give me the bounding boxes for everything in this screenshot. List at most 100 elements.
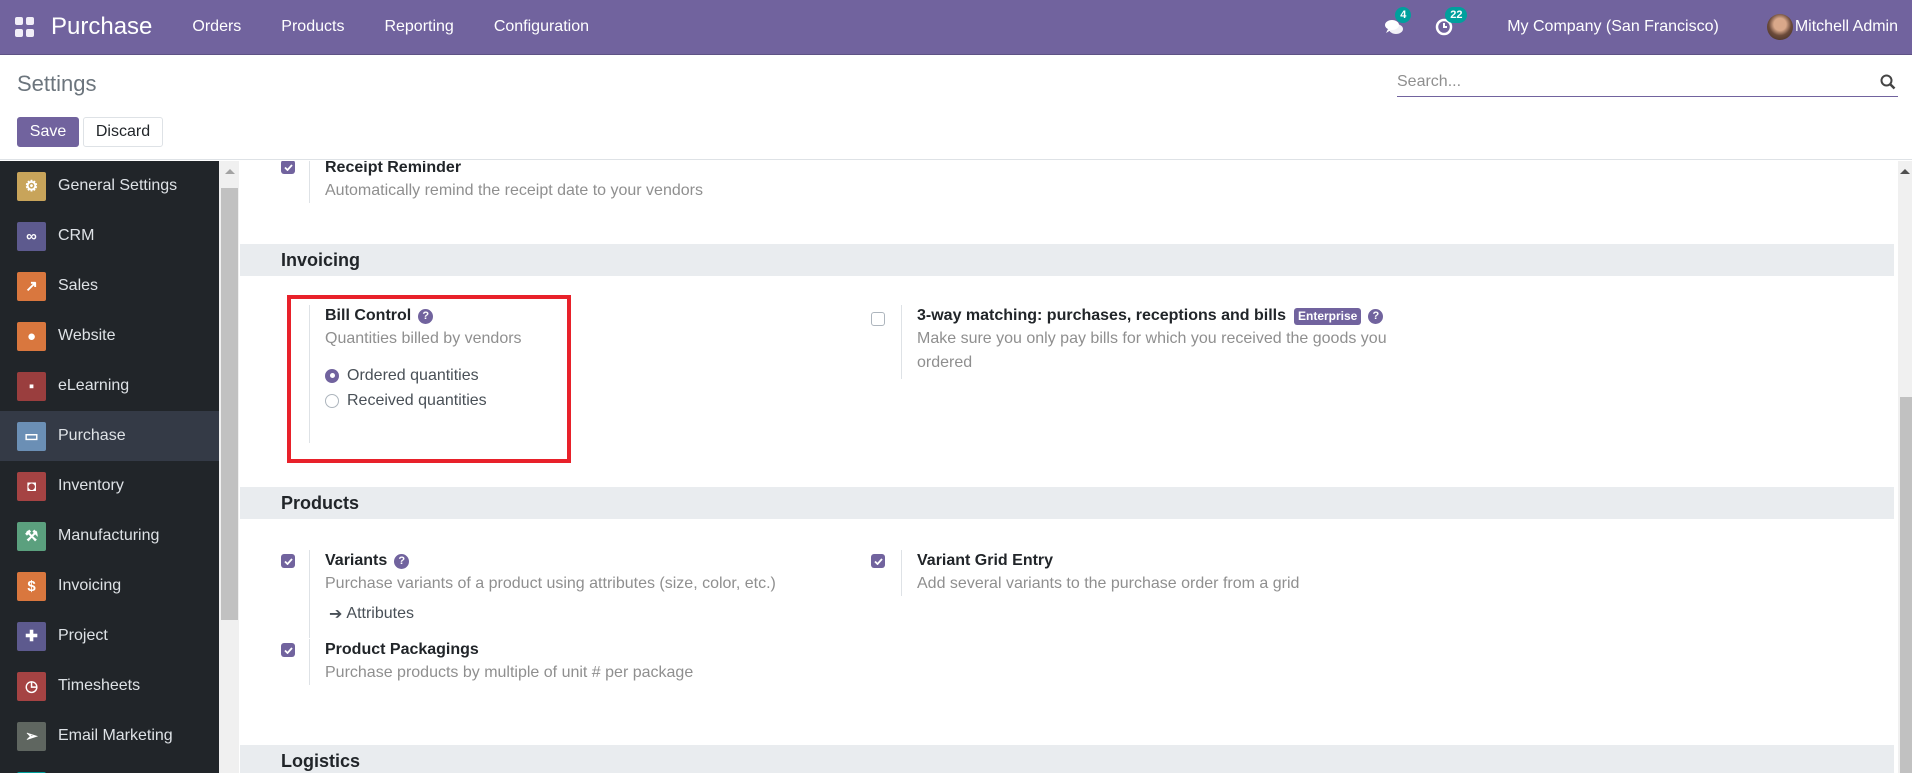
- sidebar-item-label: Timesheets: [58, 677, 141, 694]
- puzzle-icon: ✚: [17, 621, 46, 651]
- variants-desc: Purchase variants of a product using att…: [325, 575, 776, 592]
- messages-count-badge: 4: [1395, 7, 1412, 23]
- sidebar-item-crm[interactable]: ∞ CRM: [0, 211, 219, 261]
- receipt-reminder-desc: Automatically remind the receipt date to…: [325, 182, 703, 199]
- receipt-reminder-title: Receipt Reminder: [325, 161, 462, 176]
- sidebar-item-purchase[interactable]: ▭ Purchase: [0, 411, 219, 461]
- globe-icon: ●: [17, 321, 46, 351]
- three-way-matching-desc: Make sure you only pay bills for which y…: [917, 330, 1387, 371]
- section-products: Products: [240, 487, 1894, 519]
- sidebar-item-label: Website: [58, 327, 116, 344]
- sidebar-item-label: Manufacturing: [58, 527, 160, 544]
- activities-count-badge: 22: [1445, 7, 1468, 23]
- chart-icon: ↗: [17, 271, 46, 301]
- attributes-link-label: Attributes: [346, 605, 414, 622]
- sidebar-item-label: eLearning: [58, 377, 130, 394]
- invoice-icon: $: [17, 571, 46, 601]
- check-icon: [873, 557, 883, 565]
- sidebar-item-inventory[interactable]: ◘ Inventory: [0, 461, 219, 511]
- attributes-link[interactable]: ➔ Attributes: [325, 604, 776, 624]
- variant-grid-entry-setting: Variant Grid Entry Add several variants …: [901, 550, 1299, 596]
- sidebar-scroll-thumb[interactable]: [221, 188, 238, 620]
- sidebar-item-sales[interactable]: ↗ Sales: [0, 261, 219, 311]
- sidebar-scrollbar[interactable]: [219, 161, 239, 773]
- page-title: Settings: [17, 71, 97, 96]
- settings-content: Receipt Reminder Automatically remind th…: [240, 161, 1900, 773]
- scroll-up-arrow-icon[interactable]: [225, 169, 235, 174]
- section-logistics: Logistics: [240, 745, 1894, 773]
- variants-setting: Variants? Purchase variants of a product…: [309, 550, 776, 638]
- paper-plane-icon: ➢: [17, 721, 46, 751]
- sidebar-item-label: Email Marketing: [58, 727, 173, 744]
- menu-orders[interactable]: Orders: [172, 18, 261, 36]
- top-navbar: Purchase Orders Products Reporting Confi…: [0, 0, 1912, 55]
- variant-grid-entry-checkbox[interactable]: [871, 554, 885, 568]
- sidebar-item-label: CRM: [58, 227, 95, 244]
- handshake-icon: ∞: [17, 221, 46, 251]
- content-scrollbar[interactable]: [1898, 161, 1912, 773]
- search-bar: [1397, 67, 1898, 97]
- check-icon: [283, 557, 293, 565]
- check-icon: [283, 646, 293, 654]
- presentation-icon: ▪: [17, 371, 46, 401]
- help-icon[interactable]: ?: [394, 553, 410, 569]
- settings-sidebar: ⚙ General Settings ∞ CRM ↗ Sales ● Websi…: [0, 161, 219, 773]
- app-name[interactable]: Purchase: [51, 13, 152, 41]
- search-icon[interactable]: [1880, 74, 1896, 90]
- variant-grid-entry-title: Variant Grid Entry: [917, 552, 1054, 569]
- sidebar-item-website[interactable]: ● Website: [0, 311, 219, 361]
- help-icon[interactable]: ?: [1368, 308, 1384, 324]
- credit-card-icon: ▭: [17, 421, 46, 451]
- sidebar-item-label: Invoicing: [58, 577, 122, 594]
- sidebar-item-label: Project: [58, 627, 108, 644]
- section-invoicing: Invoicing: [240, 244, 1894, 276]
- product-packagings-setting: Product Packagings Purchase products by …: [309, 639, 693, 685]
- product-packagings-checkbox[interactable]: [281, 643, 295, 657]
- menu-reporting[interactable]: Reporting: [364, 18, 473, 36]
- arrow-right-icon: ➔: [329, 606, 343, 623]
- sidebar-item-invoicing[interactable]: $ Invoicing: [0, 561, 219, 611]
- sidebar-item-label: Inventory: [58, 477, 124, 494]
- sidebar-item-manufacturing[interactable]: ⚒ Manufacturing: [0, 511, 219, 561]
- menu-configuration[interactable]: Configuration: [474, 18, 609, 36]
- sidebar-item-label: Purchase: [58, 427, 126, 444]
- product-packagings-title: Product Packagings: [325, 641, 479, 658]
- three-way-matching-setting: 3-way matching: purchases, receptions an…: [901, 305, 1401, 379]
- user-menu[interactable]: Mitchell Admin: [1795, 18, 1898, 36]
- scroll-up-arrow-icon[interactable]: [1900, 169, 1910, 174]
- activities-button[interactable]: 22: [1433, 7, 1468, 38]
- sidebar-item-general-settings[interactable]: ⚙ General Settings: [0, 161, 219, 211]
- variants-title: Variants: [325, 552, 388, 569]
- app-grid-icon[interactable]: [15, 17, 35, 37]
- gear-icon: ⚙: [17, 171, 46, 201]
- user-avatar[interactable]: [1766, 14, 1793, 40]
- wrench-icon: ⚒: [17, 521, 46, 551]
- three-way-matching-checkbox[interactable]: [871, 312, 885, 326]
- sidebar-item-elearning[interactable]: ▪ eLearning: [0, 361, 219, 411]
- sidebar-item-label: General Settings: [58, 177, 178, 194]
- receipt-reminder-setting: Receipt Reminder Automatically remind th…: [309, 161, 703, 203]
- enterprise-badge: Enterprise: [1294, 307, 1362, 325]
- receipt-reminder-checkbox[interactable]: [281, 161, 295, 174]
- sidebar-item-email-marketing[interactable]: ➢ Email Marketing: [0, 711, 219, 761]
- check-icon: [283, 163, 293, 171]
- discard-button[interactable]: Discard: [83, 117, 163, 147]
- three-way-matching-title: 3-way matching: purchases, receptions an…: [917, 307, 1286, 324]
- box-icon: ◘: [17, 471, 46, 501]
- sidebar-item-partial[interactable]: [0, 761, 219, 773]
- save-button[interactable]: Save: [17, 117, 79, 147]
- sidebar-item-project[interactable]: ✚ Project: [0, 611, 219, 661]
- content-scroll-thumb[interactable]: [1900, 397, 1912, 773]
- stopwatch-icon: ◷: [17, 671, 46, 701]
- messages-button[interactable]: 4: [1383, 7, 1412, 38]
- menu-products[interactable]: Products: [261, 18, 364, 36]
- search-input[interactable]: [1397, 72, 1857, 91]
- sidebar-item-timesheets[interactable]: ◷ Timesheets: [0, 661, 219, 711]
- product-packagings-desc: Purchase products by multiple of unit # …: [325, 664, 694, 681]
- variants-checkbox[interactable]: [281, 554, 295, 568]
- control-panel: Settings Save Discard: [0, 55, 1912, 160]
- company-switcher[interactable]: My Company (San Francisco): [1507, 18, 1719, 36]
- variant-grid-entry-desc: Add several variants to the purchase ord…: [917, 575, 1300, 592]
- sidebar-item-label: Sales: [58, 277, 99, 294]
- bill-control-highlight-box: [287, 295, 571, 463]
